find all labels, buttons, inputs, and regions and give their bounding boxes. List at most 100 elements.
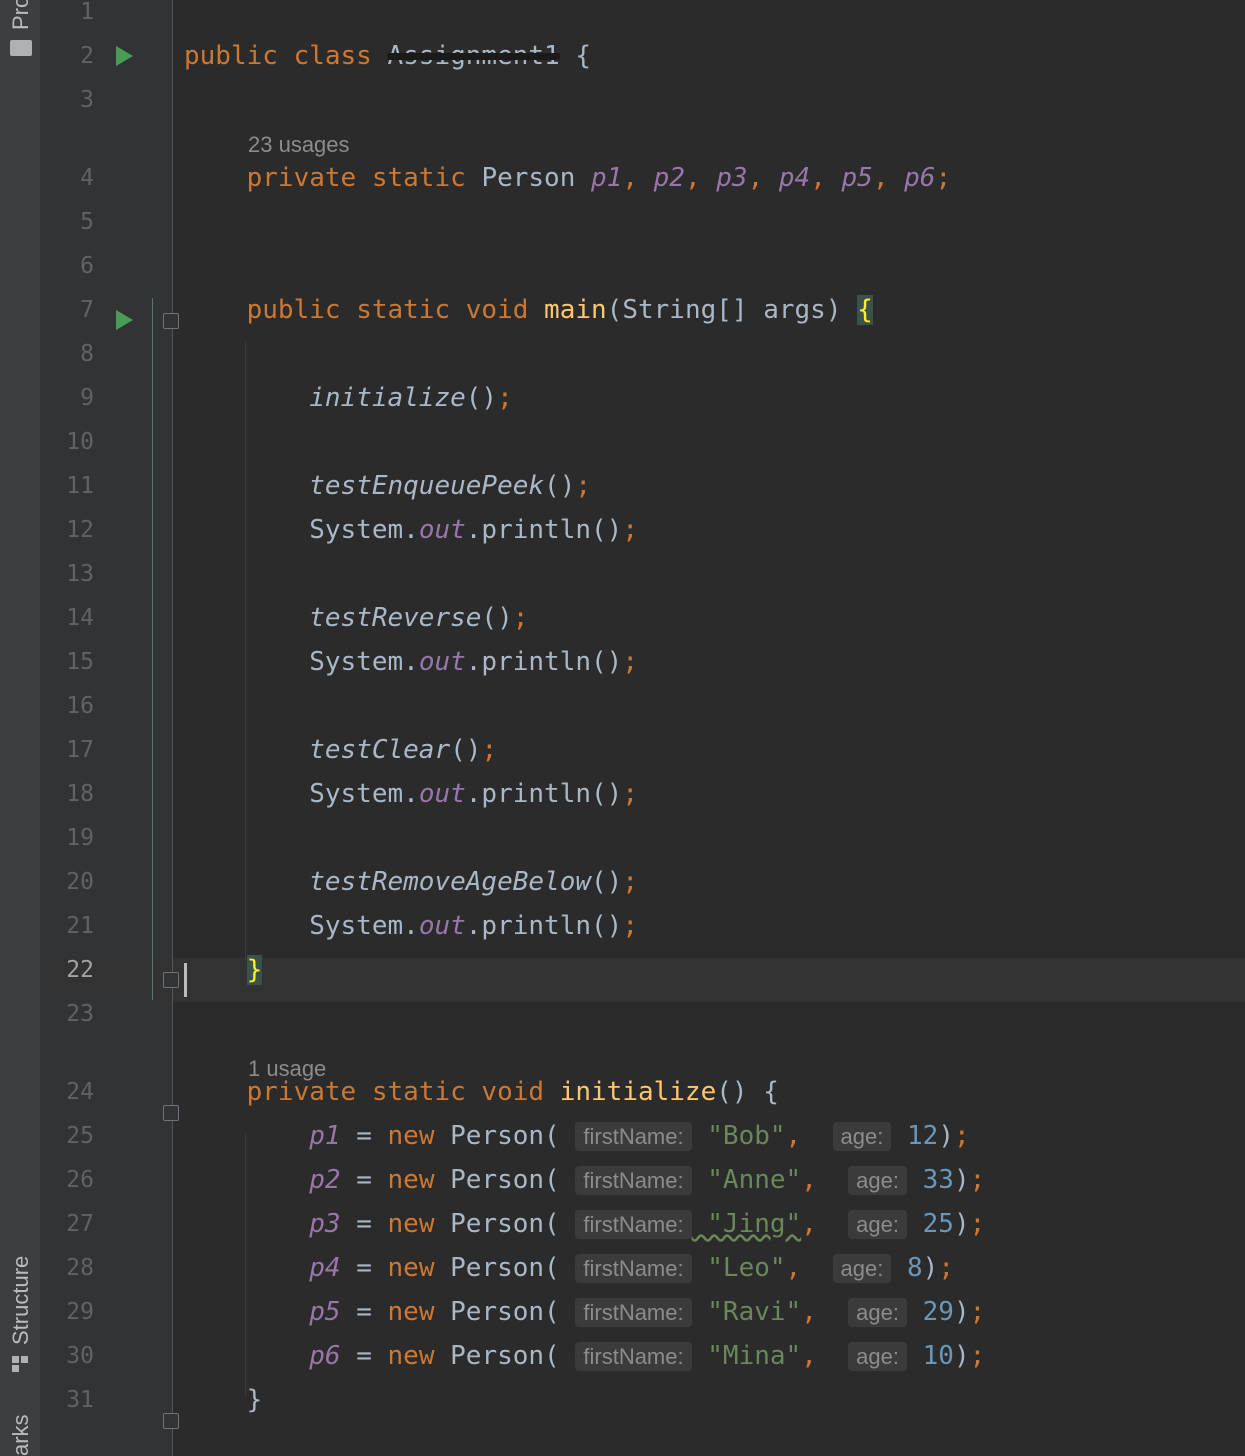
- line-number: 30: [66, 1343, 94, 1369]
- code-line[interactable]: 13: [0, 552, 1245, 596]
- parameter-hint: firstName:: [575, 1298, 692, 1327]
- code-text[interactable]: p4 = new Person( firstName: "Leo", age: …: [184, 1246, 954, 1291]
- code-line[interactable]: 9 initialize();: [0, 376, 1245, 420]
- code-line[interactable]: 21 System.out.println();: [0, 904, 1245, 948]
- code-token: ): [938, 1121, 954, 1151]
- code-token: }: [184, 1385, 263, 1415]
- code-token: .println(): [465, 911, 623, 941]
- line-number: 20: [66, 869, 94, 895]
- code-token: p4: [778, 163, 811, 193]
- code-token: ;: [622, 867, 638, 897]
- code-line[interactable]: 1: [0, 0, 1245, 34]
- code-line[interactable]: 10: [0, 420, 1245, 464]
- line-number: 28: [66, 1255, 94, 1281]
- code-line[interactable]: 6: [0, 244, 1245, 288]
- code-line[interactable]: 23: [0, 992, 1245, 1036]
- code-token: ,: [810, 163, 842, 193]
- code-text[interactable]: p3 = new Person( firstName: "Jing", age:…: [184, 1202, 985, 1247]
- code-token: ;: [622, 647, 638, 677]
- code-line[interactable]: 25 p1 = new Person( firstName: "Bob", ag…: [0, 1114, 1245, 1158]
- code-token: p2: [309, 1165, 341, 1195]
- code-token: ;: [953, 1121, 970, 1151]
- code-text[interactable]: System.out.println();: [184, 904, 638, 948]
- code-text[interactable]: testReverse();: [184, 596, 528, 640]
- code-text[interactable]: testClear();: [184, 728, 497, 772]
- code-token: ,: [801, 1341, 849, 1371]
- code-line[interactable]: 19: [0, 816, 1245, 860]
- code-token: p4: [309, 1253, 341, 1283]
- code-line[interactable]: 29 p5 = new Person( firstName: "Ravi", a…: [0, 1290, 1245, 1334]
- line-number: 8: [80, 341, 94, 367]
- code-line[interactable]: 5: [0, 200, 1245, 244]
- code-line[interactable]: 31 }: [0, 1378, 1245, 1422]
- code-text[interactable]: }: [184, 1378, 263, 1422]
- code-token: 25: [907, 1209, 954, 1239]
- code-text[interactable]: private static void initialize() {: [184, 1070, 779, 1114]
- code-text[interactable]: p5 = new Person( firstName: "Ravi", age:…: [184, 1290, 985, 1335]
- code-token: p5: [309, 1297, 341, 1327]
- code-token: ;: [497, 383, 513, 413]
- code-token: ;: [622, 911, 638, 941]
- code-line[interactable]: 16: [0, 684, 1245, 728]
- code-line[interactable]: 12 System.out.println();: [0, 508, 1245, 552]
- code-line[interactable]: 17 testClear();: [0, 728, 1245, 772]
- code-line[interactable]: 7 public static void main(String[] args)…: [0, 288, 1245, 332]
- code-token: ,: [801, 1209, 849, 1239]
- line-number: 15: [66, 649, 94, 675]
- code-line[interactable]: 2 public class Assignment1 {: [0, 34, 1245, 78]
- code-token: p2: [653, 163, 685, 193]
- code-token: out: [418, 647, 466, 677]
- code-text[interactable]: testEnqueuePeek();: [184, 464, 591, 508]
- code-text[interactable]: p2 = new Person( firstName: "Anne", age:…: [184, 1158, 985, 1203]
- line-number: 1: [80, 0, 94, 25]
- code-token: 33: [907, 1165, 954, 1195]
- usages-hint[interactable]: 23 usages: [248, 132, 350, 158]
- code-text[interactable]: System.out.println();: [184, 508, 638, 552]
- code-token: p3: [309, 1209, 341, 1239]
- code-token: ;: [622, 515, 638, 545]
- line-number: 10: [66, 429, 94, 455]
- code-line[interactable]: 8: [0, 332, 1245, 376]
- code-token: testClear: [309, 735, 451, 765]
- code-line[interactable]: 26 p2 = new Person( firstName: "Anne", a…: [0, 1158, 1245, 1202]
- code-text[interactable]: System.out.println();: [184, 772, 638, 816]
- code-line[interactable]: 14 testReverse();: [0, 596, 1245, 640]
- code-line[interactable]: 30 p6 = new Person( firstName: "Mina", a…: [0, 1334, 1245, 1378]
- code-line[interactable]: 20 testRemoveAgeBelow();: [0, 860, 1245, 904]
- code-text[interactable]: p6 = new Person( firstName: "Mina", age:…: [184, 1334, 985, 1379]
- code-text[interactable]: p1 = new Person( firstName: "Bob", age: …: [184, 1114, 970, 1159]
- code-line[interactable]: 4 private static Person p1, p2, p3, p4, …: [0, 156, 1245, 200]
- code-token: ;: [969, 1341, 986, 1371]
- code-token: private static: [246, 163, 482, 193]
- code-line[interactable]: 27 p3 = new Person( firstName: "Jing", a…: [0, 1202, 1245, 1246]
- code-line[interactable]: 24 private static void initialize() {: [0, 1070, 1245, 1114]
- line-number: 16: [66, 693, 94, 719]
- code-text[interactable]: }: [184, 948, 263, 992]
- code-token: (String[] args): [606, 295, 858, 325]
- code-line[interactable]: 18 System.out.println();: [0, 772, 1245, 816]
- code-text[interactable]: testRemoveAgeBelow();: [184, 860, 638, 904]
- code-token: Person(: [450, 1341, 576, 1371]
- code-line[interactable]: 11 testEnqueuePeek();: [0, 464, 1245, 508]
- code-text[interactable]: public class Assignment1 {: [184, 34, 591, 78]
- code-token: =: [340, 1341, 388, 1371]
- line-number: 17: [66, 737, 94, 763]
- code-line[interactable]: 3: [0, 78, 1245, 122]
- code-token: (): [481, 603, 513, 633]
- code-line[interactable]: 28 p4 = new Person( firstName: "Leo", ag…: [0, 1246, 1245, 1290]
- code-text[interactable]: public static void main(String[] args) {: [184, 288, 873, 332]
- code-line[interactable]: 15 System.out.println();: [0, 640, 1245, 684]
- code-token: ;: [938, 1253, 954, 1283]
- line-number: 2: [80, 43, 94, 69]
- code-token: =: [340, 1297, 388, 1327]
- code-text[interactable]: System.out.println();: [184, 640, 638, 684]
- code-token: ;: [512, 603, 529, 633]
- code-token: "Anne": [691, 1165, 802, 1195]
- line-number: 5: [80, 209, 94, 235]
- code-text[interactable]: initialize();: [184, 376, 513, 420]
- code-token: 12: [891, 1121, 939, 1151]
- code-text[interactable]: private static Person p1, p2, p3, p4, p5…: [184, 156, 951, 200]
